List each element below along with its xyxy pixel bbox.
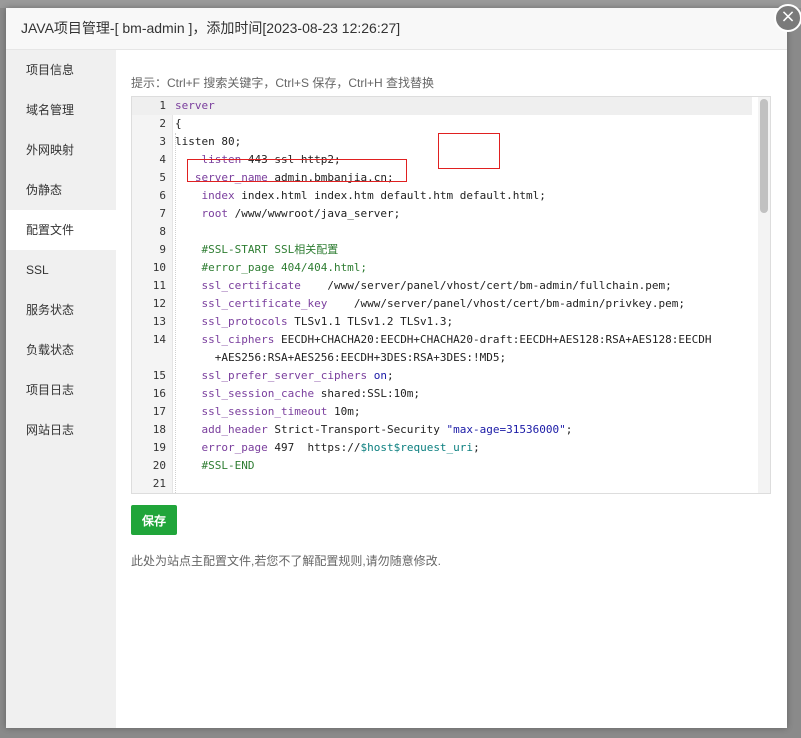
line-number: 6 — [159, 189, 166, 202]
sidebar-item-ssl[interactable]: SSL — [6, 250, 116, 290]
code-text: #error_page 404/404.html; — [175, 261, 368, 274]
shortcut-hint: 提示：Ctrl+F 搜索关键字，Ctrl+S 保存，Ctrl+H 查找替换 — [131, 76, 435, 90]
line-number: 13 — [152, 315, 166, 328]
code-text: ssl_session_timeout 10m; — [201, 405, 361, 418]
server-name-highlight-box — [187, 159, 407, 182]
code-line[interactable]: 19 error_page 497 https://$host$request_… — [132, 439, 752, 457]
code-line[interactable]: 14 ssl_ciphers EECDH+CHACHA20:EECDH+CHAC… — [132, 331, 752, 349]
line-number: 18 — [152, 423, 166, 436]
line-number: 16 — [152, 387, 166, 400]
sidebar: 项目信息 域名管理 外网映射 伪静态 配置文件 SSL 服务状态 负载状态 项目… — [6, 50, 116, 728]
code-text: +AES256:RSA+AES256:EECDH+3DES:RSA+3DES:!… — [175, 351, 507, 364]
line-number: 15 — [152, 369, 166, 382]
code-text: listen 80; — [175, 135, 242, 148]
line-number: 9 — [159, 243, 166, 256]
code-text: { — [175, 117, 182, 130]
save-button[interactable]: 保存 — [131, 505, 177, 535]
sidebar-item-rewrite[interactable]: 伪静态 — [6, 170, 116, 210]
line-number: 2 — [159, 117, 166, 130]
code-text: server — [175, 99, 215, 112]
line-number: 8 — [159, 225, 166, 238]
code-line[interactable]: 11 ssl_certificate /www/server/panel/vho… — [132, 277, 752, 295]
line-number: 19 — [152, 441, 166, 454]
line-number: 7 — [159, 207, 166, 220]
code-line[interactable]: 8 — [132, 223, 752, 241]
sidebar-item-config-file[interactable]: 配置文件 — [6, 210, 116, 250]
code-line[interactable]: 9 #SSL-START SSL相关配置 — [132, 241, 752, 259]
code-text: #SSL-START SSL相关配置 — [175, 243, 339, 256]
line-number: 10 — [152, 261, 166, 274]
code-text: index index.html index.htm default.htm d… — [201, 189, 546, 202]
code-line[interactable]: 6 index index.html index.htm default.htm… — [132, 187, 752, 205]
sidebar-item-load-status[interactable]: 负载状态 — [6, 330, 116, 370]
code-line[interactable]: 1 server — [132, 97, 752, 115]
indent-guide — [175, 133, 176, 493]
code-line[interactable]: +AES256:RSA+AES256:EECDH+3DES:RSA+3DES:!… — [132, 349, 752, 367]
code-line[interactable]: 20 #SSL-END — [132, 457, 752, 475]
line-number: 14 — [152, 333, 166, 346]
line-number: 21 — [152, 477, 166, 490]
config-warning-note: 此处为站点主配置文件,若您不了解配置规则,请勿随意修改. — [131, 554, 442, 568]
sidebar-item-project-log[interactable]: 项目日志 — [6, 370, 116, 410]
code-line[interactable]: 21 — [132, 475, 752, 493]
code-text: #SSL-END — [175, 459, 255, 472]
line-number: 5 — [159, 171, 166, 184]
line-number: 17 — [152, 405, 166, 418]
line-number: 12 — [152, 297, 166, 310]
code-text: ssl_ciphers EECDH+CHACHA20:EECDH+CHACHA2… — [201, 333, 712, 346]
code-text: error_page 497 https://$host$request_uri… — [201, 441, 480, 454]
empty-highlight-box — [438, 133, 500, 169]
code-text: ssl_prefer_server_ciphers on; — [201, 369, 394, 382]
line-number: 4 — [159, 153, 166, 166]
sidebar-item-project-info[interactable]: 项目信息 — [6, 50, 116, 90]
code-line[interactable]: 18 add_header Strict-Transport-Security … — [132, 421, 752, 439]
editor-scrollbar-thumb[interactable] — [760, 99, 768, 213]
sidebar-item-domain-management[interactable]: 域名管理 — [6, 90, 116, 130]
line-number: 3 — [159, 135, 166, 148]
project-manager-dialog: JAVA项目管理-[ bm-admin ]，添加时间[2023-08-23 12… — [6, 4, 801, 728]
sidebar-item-service-status[interactable]: 服务状态 — [6, 290, 116, 330]
code-line[interactable]: 13 ssl_protocols TLSv1.1 TLSv1.2 TLSv1.3… — [132, 313, 752, 331]
main-panel: 提示：Ctrl+F 搜索关键字，Ctrl+S 保存，Ctrl+H 查找替换 1s… — [116, 50, 787, 728]
code-line[interactable]: 15 ssl_prefer_server_ciphers on; — [132, 367, 752, 385]
code-text: ssl_protocols TLSv1.1 TLSv1.2 TLSv1.3; — [201, 315, 454, 328]
close-icon[interactable]: × — [774, 4, 801, 32]
code-line[interactable]: 7 root /www/wwwroot/java_server; — [132, 205, 752, 223]
code-text: ssl_session_cache shared:SSL:10m; — [201, 387, 421, 400]
code-text: ssl_certificate_key /www/server/panel/vh… — [201, 297, 685, 310]
code-line[interactable]: 2{ — [132, 115, 752, 133]
code-text: add_header Strict-Transport-Security "ma… — [201, 423, 573, 436]
code-line[interactable]: 16 ssl_session_cache shared:SSL:10m; — [132, 385, 752, 403]
code-line[interactable]: 17 ssl_session_timeout 10m; — [132, 403, 752, 421]
line-number: 11 — [152, 279, 166, 292]
editor-scrollbar[interactable] — [758, 97, 770, 493]
dialog-title: JAVA项目管理-[ bm-admin ]，添加时间[2023-08-23 12… — [6, 8, 787, 50]
code-text: ssl_certificate /www/server/panel/vhost/… — [201, 279, 672, 292]
sidebar-item-site-log[interactable]: 网站日志 — [6, 410, 116, 450]
code-line[interactable]: 12 ssl_certificate_key /www/server/panel… — [132, 295, 752, 313]
line-number: 20 — [152, 459, 166, 472]
code-text: root /www/wwwroot/java_server; — [201, 207, 401, 220]
line-number: 1 — [159, 99, 166, 112]
sidebar-item-external-mapping[interactable]: 外网映射 — [6, 130, 116, 170]
code-line[interactable]: 10 #error_page 404/404.html; — [132, 259, 752, 277]
